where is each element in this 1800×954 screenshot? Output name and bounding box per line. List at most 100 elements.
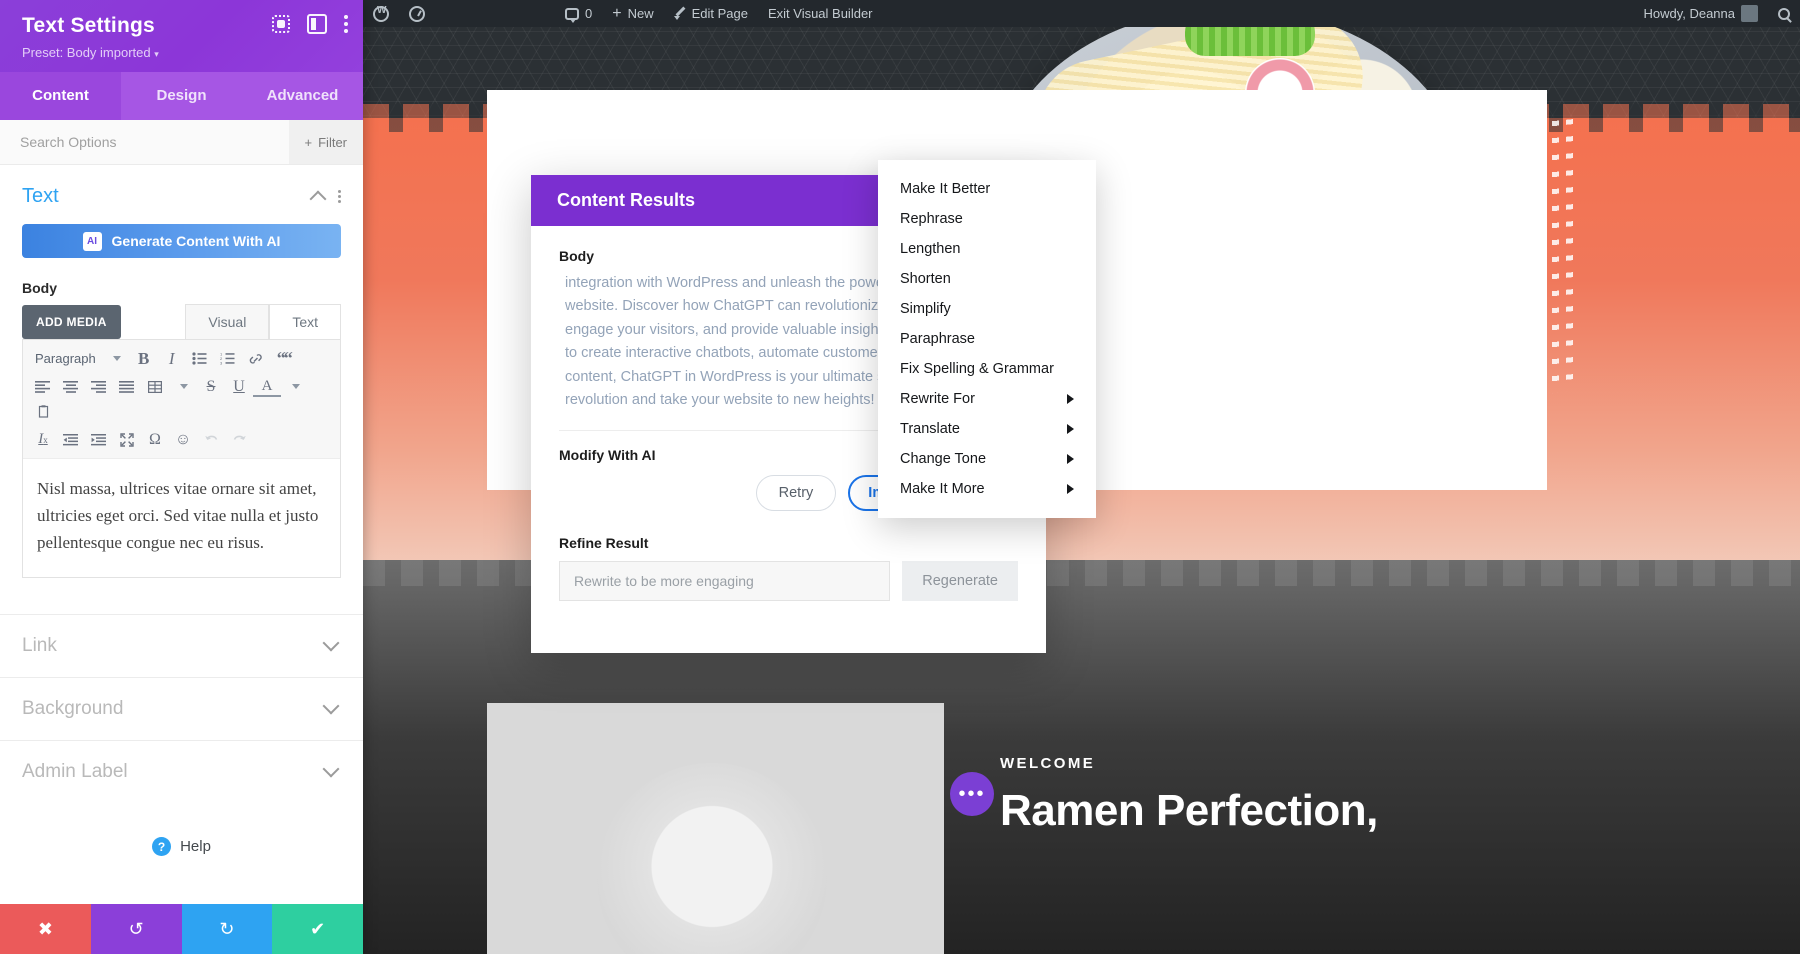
- preset-label: Preset: Body imported: [22, 45, 151, 60]
- panel-header: Text Settings Preset: Body imported ▾: [0, 0, 363, 72]
- undo-button[interactable]: ↺: [90, 904, 182, 954]
- cancel-button[interactable]: ✖: [0, 904, 91, 954]
- search-icon: [1778, 7, 1790, 20]
- bold-icon[interactable]: B: [130, 346, 158, 371]
- chevron-right-icon: [1067, 394, 1074, 404]
- welcome-kicker: WELCOME: [1000, 755, 1096, 772]
- menu-item-label: Shorten: [900, 271, 951, 287]
- exit-visual-builder-button[interactable]: Exit Visual Builder: [758, 0, 883, 27]
- special-character-icon[interactable]: Ω: [141, 427, 169, 452]
- menu-item-label: Rewrite For: [900, 391, 975, 407]
- editor-toolbar: Paragraph B I 123 ““ S U A I x Ω ☺: [23, 340, 340, 459]
- text-color-caret[interactable]: [281, 374, 309, 399]
- menu-item-rephrase[interactable]: Rephrase: [878, 204, 1096, 234]
- new-button[interactable]: + New: [602, 0, 663, 27]
- align-justify-icon[interactable]: [113, 374, 141, 399]
- wp-logo-button[interactable]: [363, 0, 399, 27]
- chevron-down-icon: [322, 634, 340, 652]
- avatar: [1741, 5, 1758, 22]
- tab-advanced[interactable]: Advanced: [242, 72, 363, 120]
- menu-item-label: Change Tone: [900, 451, 987, 467]
- align-right-icon[interactable]: [85, 374, 113, 399]
- panel-action-bar: ✖ ↺ ↻ ✔: [0, 904, 363, 954]
- bulleted-list-icon[interactable]: [186, 346, 214, 371]
- menu-item-fix-spelling-grammar[interactable]: Fix Spelling & Grammar: [878, 354, 1096, 384]
- menu-item-translate[interactable]: Translate: [878, 414, 1096, 444]
- italic-icon[interactable]: I: [158, 346, 186, 371]
- paragraph-format-label: Paragraph: [35, 351, 96, 366]
- align-left-icon[interactable]: [29, 374, 57, 399]
- howdy-user-menu[interactable]: Howdy, Deanna: [1633, 0, 1768, 27]
- redo-button[interactable]: ↻: [181, 904, 273, 954]
- tab-content[interactable]: Content: [0, 72, 121, 120]
- tab-text[interactable]: Text: [269, 304, 341, 339]
- menu-item-lengthen[interactable]: Lengthen: [878, 234, 1096, 264]
- chevron-right-icon: [1067, 424, 1074, 434]
- preset-selector[interactable]: Preset: Body imported ▾: [22, 45, 345, 60]
- save-button[interactable]: ✔: [272, 904, 363, 954]
- search-button[interactable]: [1768, 0, 1800, 27]
- retry-button[interactable]: Retry: [755, 475, 837, 511]
- fullscreen-icon[interactable]: [113, 427, 141, 452]
- accordion-admin-label[interactable]: Admin Label: [0, 740, 363, 803]
- filter-button[interactable]: + Filter: [288, 120, 363, 164]
- editor-content-area[interactable]: Nisl massa, ultrices vitae ornare sit am…: [23, 459, 340, 577]
- menu-item-simplify[interactable]: Simplify: [878, 294, 1096, 324]
- indent-icon[interactable]: [85, 427, 113, 452]
- help-button[interactable]: ? Help: [0, 803, 363, 890]
- outdent-icon[interactable]: [57, 427, 85, 452]
- menu-item-label: Make It More: [900, 481, 985, 497]
- table-caret[interactable]: [169, 374, 197, 399]
- numbered-list-icon[interactable]: 123: [214, 346, 242, 371]
- focus-icon[interactable]: [271, 14, 291, 34]
- link-icon[interactable]: [242, 346, 270, 371]
- menu-item-paraphrase[interactable]: Paraphrase: [878, 324, 1096, 354]
- undo-icon[interactable]: [197, 427, 225, 452]
- redo-icon[interactable]: [225, 427, 253, 452]
- tab-design[interactable]: Design: [121, 72, 242, 120]
- paste-icon[interactable]: [29, 399, 57, 424]
- align-center-icon[interactable]: [57, 374, 85, 399]
- clear-formatting-icon[interactable]: Ix: [29, 427, 57, 452]
- table-icon[interactable]: [141, 374, 169, 399]
- strikethrough-icon[interactable]: S: [197, 374, 225, 399]
- underline-icon[interactable]: U: [225, 374, 253, 399]
- tab-visual[interactable]: Visual: [185, 304, 270, 339]
- menu-item-shorten[interactable]: Shorten: [878, 264, 1096, 294]
- welcome-block: WELCOME Ramen Perfection,: [1000, 755, 1378, 835]
- accordion-link[interactable]: Link: [0, 614, 363, 677]
- body-field-label: Body: [22, 280, 57, 296]
- menu-item-rewrite-for[interactable]: Rewrite For: [878, 384, 1096, 414]
- plus-icon: +: [612, 4, 622, 22]
- menu-item-change-tone[interactable]: Change Tone: [878, 444, 1096, 474]
- edit-page-button[interactable]: Edit Page: [664, 0, 758, 27]
- layout-toggle-icon[interactable]: [307, 14, 327, 34]
- text-color-icon[interactable]: A: [253, 377, 281, 397]
- paragraph-format-select[interactable]: Paragraph: [29, 346, 102, 371]
- ellipsis-icon: •••: [950, 772, 994, 816]
- text-settings-panel: Text Settings Preset: Body imported ▾ Co…: [0, 0, 363, 954]
- search-input[interactable]: [0, 120, 289, 164]
- panel-body: Text AI Generate Content With AI Body AD…: [0, 165, 363, 904]
- menu-item-make-it-better[interactable]: Make It Better: [878, 174, 1096, 204]
- paragraph-format-caret[interactable]: [102, 346, 130, 371]
- panel-tabs: Content Design Advanced: [0, 72, 363, 120]
- speed-button[interactable]: [399, 0, 435, 27]
- regenerate-button[interactable]: Regenerate: [902, 561, 1018, 601]
- chevron-right-icon: [1067, 484, 1074, 494]
- accordion-background[interactable]: Background: [0, 677, 363, 740]
- kebab-menu-icon[interactable]: [343, 14, 349, 34]
- add-media-button[interactable]: ADD MEDIA: [22, 305, 121, 339]
- generate-content-with-ai-button[interactable]: AI Generate Content With AI: [22, 224, 341, 258]
- comments-button[interactable]: 0: [555, 0, 602, 27]
- blockquote-icon[interactable]: ““: [270, 346, 298, 371]
- chevron-up-icon[interactable]: [309, 190, 327, 208]
- emoji-icon[interactable]: ☺: [169, 427, 197, 452]
- help-label: Help: [180, 838, 211, 855]
- menu-item-make-it-more[interactable]: Make It More: [878, 474, 1096, 504]
- menu-item-label: Paraphrase: [900, 331, 975, 347]
- kebab-menu-icon[interactable]: [338, 190, 341, 203]
- accordion-admin-label-label: Admin Label: [22, 761, 128, 782]
- menu-item-label: Simplify: [900, 301, 951, 317]
- refine-input[interactable]: [559, 561, 891, 601]
